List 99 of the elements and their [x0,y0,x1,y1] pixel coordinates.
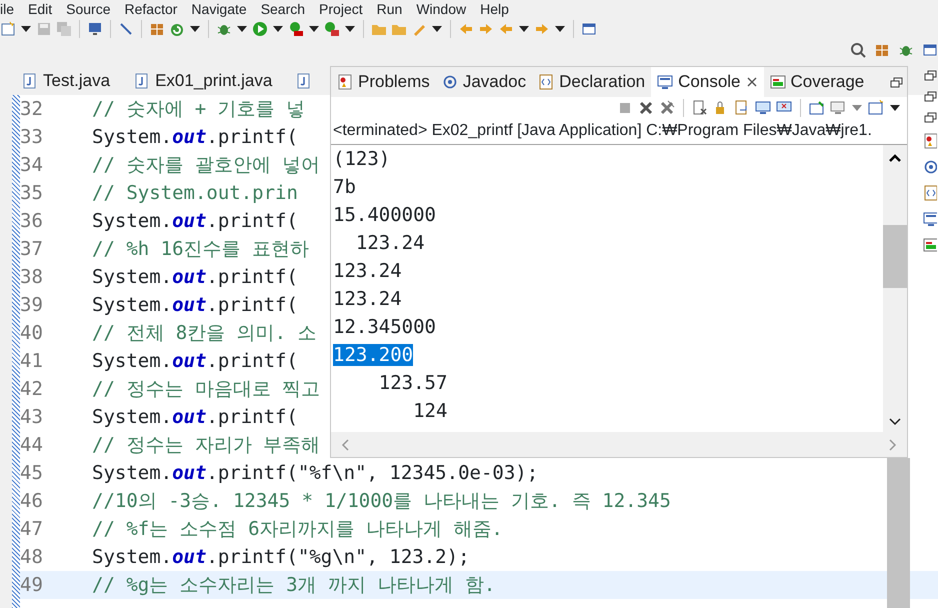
clear-icon[interactable] [692,100,708,116]
editor-tab[interactable]: Ex01_print.java [124,66,286,95]
external-tool-icon[interactable] [324,21,340,37]
panel-tab[interactable]: Console [651,67,764,97]
code-comment: // %h 16진수를 표현하 [92,236,309,262]
code-comment: // 전체 8칸을 의미. 소 [92,320,317,346]
console-output-line: 15.400000 [333,204,436,226]
menu-item[interactable]: Refactor [124,0,178,18]
perspective-icon[interactable] [922,42,938,58]
console-output-line: 123.24 [333,260,402,282]
console-output-line: 123.24 [333,288,402,310]
menu-item[interactable]: Run [376,0,402,18]
code-line: System.out.printf( [92,348,298,374]
display-icon[interactable] [830,100,846,116]
java-file-icon [296,72,312,88]
restore-icon[interactable] [924,70,936,81]
refresh-icon[interactable] [169,21,185,37]
line-number: 42 [20,376,44,402]
console-icon[interactable] [923,211,937,227]
menu-item[interactable]: Navigate [191,0,247,18]
package-icon[interactable] [874,42,890,58]
console-output-line: 7b [333,176,356,198]
console-output-line: 123.57 [378,372,448,394]
menu-item[interactable]: Search [260,0,306,18]
code-line: System.out.printf( [92,404,298,430]
editor-tab[interactable]: Test.java [12,66,124,95]
menu-item[interactable]: Project [319,0,363,18]
line-number: 39 [20,292,44,318]
panel-tab[interactable]: Declaration [532,67,652,97]
new-icon[interactable] [0,21,16,37]
scrollbar-thumb[interactable] [887,458,910,608]
close-all-icon[interactable] [659,100,675,116]
problems-icon[interactable] [923,133,937,149]
line-number: 45 [20,460,44,486]
line-number: 40 [20,320,44,346]
code-comment: // 숫자를 괄호안에 넣어 [92,152,320,178]
line-number: 32 [20,96,44,122]
line-number: 47 [20,516,44,542]
show-output-icon[interactable] [755,100,771,116]
line-number: 48 [20,544,44,570]
console-output-line: 123.24 [354,232,425,254]
line-number: 49 [20,572,44,598]
code-comment: //10의 -3승. 12345 * 1/1000를 나타내는 기호. 즉 12.345 [92,488,671,514]
new-console-icon[interactable] [868,100,884,116]
code-line: System.out.printf( [92,208,298,234]
code-line: System.out.printf("%g\n", 123.2); [92,544,470,570]
declaration-icon [538,74,554,90]
code-comment: // 숫자에 + 기호를 넣 [92,96,306,122]
console-output-line: (123) [333,148,390,170]
line-number: 33 [20,124,44,150]
package-icon[interactable] [149,21,165,37]
console-output-line: 12.345000 [333,316,436,338]
perspective-icon[interactable] [581,21,597,37]
scrollbar[interactable] [883,145,907,432]
panel-tab[interactable]: Javadoc [436,67,532,97]
line-number: 36 [20,208,44,234]
code-comment: // System.out.prin [92,180,298,206]
java-file-icon [22,72,37,88]
line-number: 43 [20,404,44,430]
coverage-run-icon[interactable] [288,21,304,37]
code-comment: // %f는 소수점 6자리까지를 나타나게 해줌. [92,516,503,542]
console-icon [657,74,674,90]
panel-tab[interactable]: Problems [331,67,436,97]
console-title: <terminated> Ex02_printf [Java Application] C:₩Program Files₩Java₩jre1. [331,119,907,145]
console-output-line: 124 [412,400,448,422]
menu-item[interactable]: Help [480,0,509,18]
restore-icon[interactable] [890,76,903,88]
java-file-icon [134,72,150,88]
coverage-icon[interactable] [923,237,937,253]
line-number: 44 [20,432,44,458]
line-number: 46 [20,488,44,514]
line-number: 35 [20,180,44,206]
menu-item[interactable]: Source [66,0,110,18]
restore-icon[interactable] [924,112,936,123]
line-number: 41 [20,348,44,374]
monitor-icon[interactable] [87,21,103,37]
code-line: System.out.printf( [92,292,298,318]
close-icon[interactable] [746,76,758,88]
panel-tab[interactable]: Coverage [764,67,870,97]
menu-item[interactable]: Edit [28,0,52,18]
scrollbar-thumb[interactable] [883,225,907,288]
pin-icon[interactable] [809,100,825,116]
declaration-icon[interactable] [923,185,937,201]
code-comment: // %g는 소수자리는 3개 까지 나타나게 함. [92,572,496,598]
line-number: 34 [20,152,44,178]
close-icon[interactable] [638,100,654,116]
menu-item[interactable]: Window [416,0,466,18]
restore-icon[interactable] [924,91,936,102]
search-icon[interactable] [850,42,866,58]
problems-icon [337,74,353,90]
code-line: System.out.printf( [92,264,298,290]
code-comment: // 정수는 마음대로 찍고 [92,376,320,402]
code-line: System.out.printf( [92,124,298,150]
menu-item[interactable]: ile [0,0,14,18]
code-comment: // 정수는 자리가 부족해 [92,432,320,458]
line-number: 37 [20,236,44,262]
coverage-icon [770,74,786,90]
code-line: System.out.printf("%f\n", 12345.0e-03); [92,460,538,486]
line-number: 38 [20,264,44,290]
